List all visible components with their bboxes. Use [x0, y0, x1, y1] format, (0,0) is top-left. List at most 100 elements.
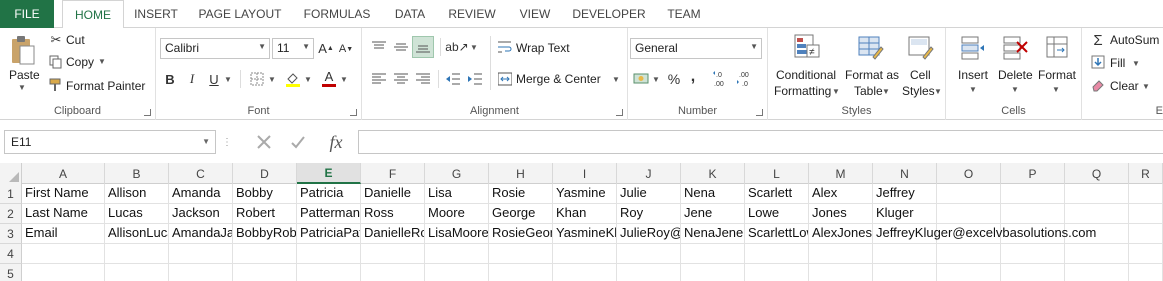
fill-dropdown-icon[interactable]: ▼ — [1132, 59, 1140, 68]
cell-b2[interactable]: Lucas — [105, 204, 169, 224]
cell-p2[interactable] — [1001, 204, 1065, 224]
cell-h5[interactable] — [489, 264, 553, 281]
font-name-combo[interactable]: Calibri ▼ — [160, 38, 270, 59]
cell-j3[interactable]: JulieRoy@excelvbasolutions.com — [617, 224, 681, 244]
cell-e5[interactable] — [297, 264, 361, 281]
cell-styles-icon[interactable] — [906, 32, 936, 62]
formula-input[interactable] — [358, 130, 1163, 154]
cell-b1[interactable]: Allison — [105, 184, 169, 204]
conditional-formatting-icon[interactable]: ≠ — [792, 32, 822, 62]
cell-f2[interactable]: Ross — [361, 204, 425, 224]
merge-center-button[interactable]: Merge & Center — [516, 72, 601, 86]
percent-button[interactable]: % — [666, 70, 682, 88]
insert-dropdown-icon[interactable]: ▼ — [969, 85, 977, 94]
format-painter-button[interactable]: Format Painter — [66, 79, 145, 93]
cell-e4[interactable] — [297, 244, 361, 264]
decrease-indent-icon[interactable] — [444, 70, 462, 88]
cell-g3[interactable]: LisaMoore@excelvbasolutions.com — [425, 224, 489, 244]
cell-l3[interactable]: ScarlettLowe@excelvbasolutions.com — [745, 224, 809, 244]
cell-r5[interactable] — [1129, 264, 1163, 281]
cell-h2[interactable]: George — [489, 204, 553, 224]
cell-n2[interactable]: Kluger — [873, 204, 937, 224]
cell-j5[interactable] — [617, 264, 681, 281]
column-header-p[interactable]: P — [1001, 163, 1065, 184]
cell-g4[interactable] — [425, 244, 489, 264]
cell-l1[interactable]: Scarlett — [745, 184, 809, 204]
cell-c4[interactable] — [169, 244, 233, 264]
align-bottom-icon[interactable] — [412, 36, 434, 58]
cell-i2[interactable]: Khan — [553, 204, 617, 224]
drag-handle-icon[interactable]: ⋮ — [222, 134, 232, 150]
cell-l5[interactable] — [745, 264, 809, 281]
delete-cells-icon[interactable] — [1000, 32, 1030, 62]
italic-button[interactable]: I — [184, 70, 200, 88]
copy-icon[interactable] — [48, 54, 64, 70]
row-header-3[interactable]: 3 — [0, 224, 22, 244]
eraser-icon[interactable] — [1090, 77, 1106, 93]
cell-f5[interactable] — [361, 264, 425, 281]
row-header-5[interactable]: 5 — [0, 264, 22, 281]
insert-cells-icon[interactable] — [958, 32, 988, 62]
cell-f3[interactable]: DanielleRoss@excelvbasolutions.com — [361, 224, 425, 244]
tab-insert[interactable]: INSERT — [128, 0, 184, 28]
copy-button[interactable]: Copy — [66, 55, 94, 69]
cell-c3[interactable]: AmandaJackson@excelvbasolutions.com — [169, 224, 233, 244]
align-right-icon[interactable] — [414, 70, 432, 88]
row-header-1[interactable]: 1 — [0, 184, 22, 204]
column-header-k[interactable]: K — [681, 163, 745, 184]
cell-d5[interactable] — [233, 264, 297, 281]
format-as-table-dropdown-icon[interactable]: ▼ — [882, 87, 890, 96]
cell-i5[interactable] — [553, 264, 617, 281]
cell-k2[interactable]: Jene — [681, 204, 745, 224]
cell-k3[interactable]: NenaJene@excelvbasolutions.com — [681, 224, 745, 244]
cell-c5[interactable] — [169, 264, 233, 281]
column-header-n[interactable]: N — [873, 163, 937, 184]
font-color-dropdown-icon[interactable]: ▼ — [340, 75, 348, 84]
cell-g1[interactable]: Lisa — [425, 184, 489, 204]
cell-j1[interactable]: Julie — [617, 184, 681, 204]
increase-indent-icon[interactable] — [466, 70, 484, 88]
cell-e2[interactable]: Patterman — [297, 204, 361, 224]
format-button[interactable]: Format — [1038, 68, 1076, 82]
column-header-o[interactable]: O — [937, 163, 1001, 184]
conditional-formatting-button[interactable]: Conditional — [776, 68, 836, 82]
tab-page-layout[interactable]: PAGE LAYOUT — [190, 0, 290, 28]
shrink-font-icon[interactable]: A ▼ — [338, 41, 354, 57]
align-left-icon[interactable] — [370, 70, 388, 88]
paste-dropdown-icon[interactable]: ▼ — [18, 83, 26, 92]
tab-team[interactable]: TEAM — [656, 0, 712, 28]
cell-q4[interactable] — [1065, 244, 1129, 264]
borders-icon[interactable] — [248, 70, 266, 88]
cell-m3[interactable]: AlexJones@excelvbasolutions.com — [809, 224, 873, 244]
cell-d2[interactable]: Robert — [233, 204, 297, 224]
number-format-combo[interactable]: General ▼ — [630, 38, 762, 59]
number-launcher-icon[interactable] — [756, 109, 763, 116]
cell-q2[interactable] — [1065, 204, 1129, 224]
comma-button[interactable]: , — [686, 68, 700, 86]
cell-a1[interactable]: First Name — [22, 184, 105, 204]
cell-m4[interactable] — [809, 244, 873, 264]
name-box[interactable]: E11 ▼ — [4, 130, 216, 154]
cell-g5[interactable] — [425, 264, 489, 281]
select-all-button[interactable] — [0, 163, 22, 184]
cell-h1[interactable]: Rosie — [489, 184, 553, 204]
paste-icon[interactable] — [8, 34, 38, 68]
column-header-l[interactable]: L — [745, 163, 809, 184]
cell-styles-dropdown-icon[interactable]: ▼ — [934, 87, 942, 96]
underline-dropdown-icon[interactable]: ▼ — [224, 75, 232, 84]
cut-button[interactable]: Cut — [66, 33, 85, 47]
cell-a3[interactable]: Email — [22, 224, 105, 244]
format-as-table-label-2[interactable]: Table — [854, 84, 883, 98]
cell-q5[interactable] — [1065, 264, 1129, 281]
cell-i4[interactable] — [553, 244, 617, 264]
column-header-c[interactable]: C — [169, 163, 233, 184]
column-header-f[interactable]: F — [361, 163, 425, 184]
cell-g2[interactable]: Moore — [425, 204, 489, 224]
insert-button[interactable]: Insert — [958, 68, 988, 82]
cell-p5[interactable] — [1001, 264, 1065, 281]
increase-decimal-icon[interactable]: .0.00 — [712, 68, 734, 90]
conditional-formatting-label-2[interactable]: Formatting — [774, 84, 831, 98]
format-as-table-button[interactable]: Format as — [845, 68, 899, 82]
borders-dropdown-icon[interactable]: ▼ — [268, 75, 276, 84]
row-header-2[interactable]: 2 — [0, 204, 22, 224]
